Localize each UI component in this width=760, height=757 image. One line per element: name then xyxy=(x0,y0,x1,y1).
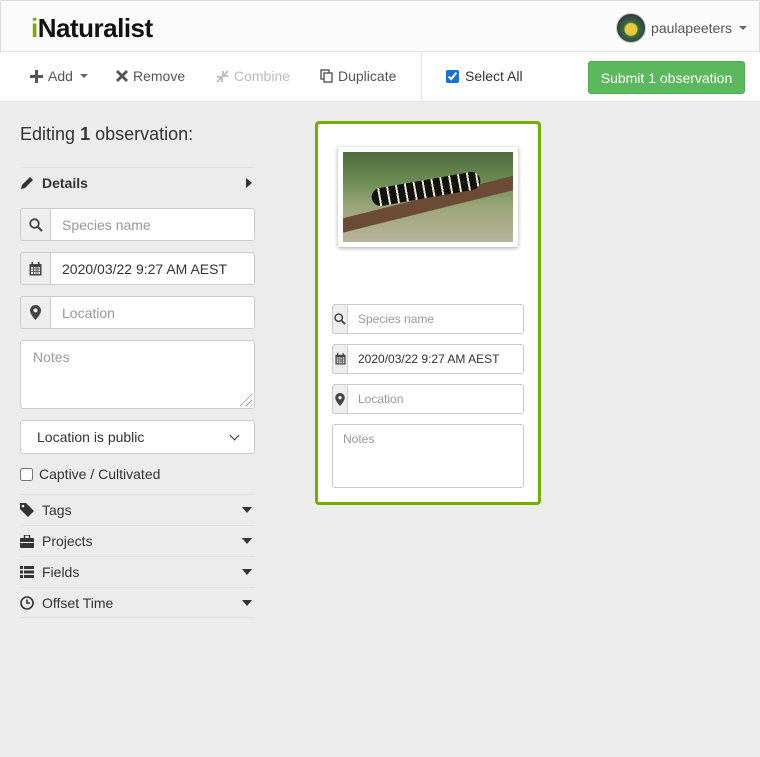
card-location-field xyxy=(332,384,524,414)
species-field xyxy=(20,208,255,241)
username[interactable]: paulapeeters xyxy=(651,20,732,36)
location-field xyxy=(20,296,255,329)
toolbar-divider xyxy=(421,52,422,102)
card-location-input[interactable] xyxy=(347,384,524,414)
calendar-icon[interactable] xyxy=(332,344,347,374)
submit-button[interactable]: Submit 1 observation xyxy=(588,61,745,94)
card-date-input[interactable] xyxy=(347,344,524,374)
search-icon[interactable] xyxy=(332,304,347,334)
remove-button[interactable]: Remove xyxy=(116,68,185,84)
caterpillar-on-branch-photo xyxy=(343,152,513,242)
close-icon xyxy=(116,70,128,82)
caret-down-icon xyxy=(739,26,747,30)
card-species-field xyxy=(332,304,524,334)
user-menu[interactable]: paulapeeters xyxy=(616,13,747,43)
inaturalist-logo[interactable]: iNaturalist xyxy=(31,13,153,44)
caret-down-icon xyxy=(242,599,252,606)
pencil-icon xyxy=(20,176,42,190)
map-marker-icon[interactable] xyxy=(332,384,347,414)
top-navbar: iNaturalist paulapeeters xyxy=(0,0,760,52)
avatar[interactable] xyxy=(616,13,647,43)
calendar-icon[interactable] xyxy=(20,252,50,285)
projects-section-header[interactable]: Projects xyxy=(20,525,255,556)
caret-right-icon xyxy=(246,178,252,188)
list-icon xyxy=(20,566,42,578)
location-input[interactable] xyxy=(50,296,255,329)
caret-down-icon xyxy=(242,538,252,544)
map-marker-icon[interactable] xyxy=(20,296,50,329)
chevron-down-icon xyxy=(229,430,240,440)
geoprivacy-select[interactable]: Location is public xyxy=(20,420,255,454)
combine-button[interactable]: Combine xyxy=(216,68,290,84)
tag-icon xyxy=(20,503,42,517)
duplicate-button[interactable]: Duplicate xyxy=(320,68,396,84)
species-name-input[interactable] xyxy=(50,208,255,241)
card-date-field xyxy=(332,344,524,374)
caret-down-icon xyxy=(242,507,252,513)
plus-icon xyxy=(30,69,43,83)
fields-section-header[interactable]: Fields xyxy=(20,556,255,587)
briefcase-icon xyxy=(20,534,42,548)
caret-down-icon xyxy=(242,569,252,575)
notes-textarea[interactable] xyxy=(20,340,255,409)
tags-section-header[interactable]: Tags xyxy=(20,494,255,525)
clock-icon xyxy=(20,595,42,610)
details-section-header[interactable]: Details xyxy=(20,167,255,198)
select-all-checkbox[interactable] xyxy=(446,69,459,83)
caret-down-icon xyxy=(79,74,88,78)
select-all-toggle[interactable]: Select All xyxy=(446,68,523,84)
date-input[interactable] xyxy=(50,252,255,285)
search-icon[interactable] xyxy=(20,208,50,241)
captive-toggle[interactable]: Captive / Cultivated xyxy=(20,466,160,482)
compress-icon xyxy=(216,69,229,83)
add-button[interactable]: Add xyxy=(30,68,88,84)
observation-photo[interactable] xyxy=(338,147,518,247)
copy-icon xyxy=(320,69,333,83)
offset-time-section-header[interactable]: Offset Time xyxy=(20,587,255,618)
card-notes-textarea[interactable] xyxy=(332,424,524,488)
captive-checkbox[interactable] xyxy=(20,467,33,481)
card-species-name-input[interactable] xyxy=(347,304,524,334)
date-field xyxy=(20,252,255,285)
page-title: Editing 1 observation: xyxy=(20,124,194,144)
